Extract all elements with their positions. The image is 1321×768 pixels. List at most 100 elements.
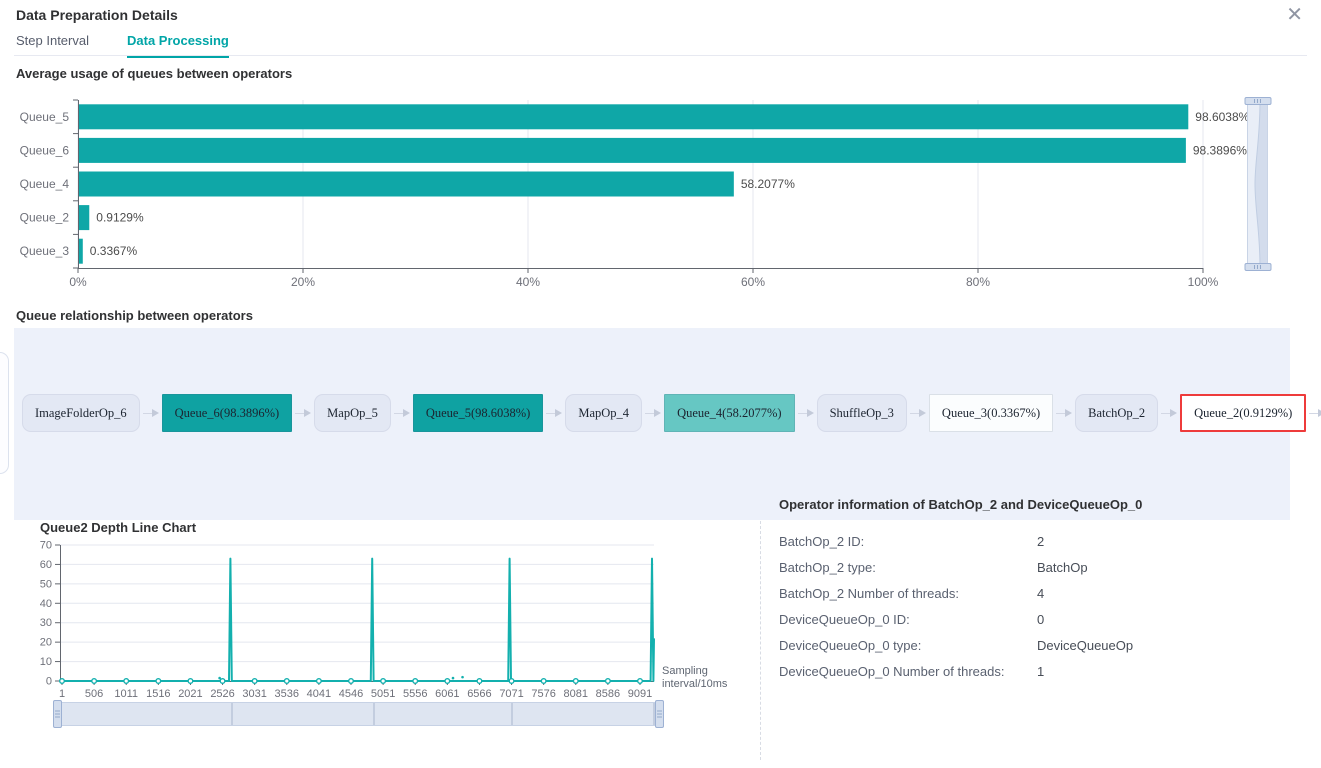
zoom-slider-data-shadow xyxy=(1248,101,1267,267)
x-tick-label: 2021 xyxy=(178,688,202,700)
zoom-handle-bottom[interactable] xyxy=(1244,263,1271,271)
bar-Queue_5[interactable] xyxy=(79,104,1188,129)
bar-chart-zoom-slider[interactable] xyxy=(1247,100,1268,268)
info-row-DeviceQueueOp_0-ID: DeviceQueueOp_0 ID:0 xyxy=(779,607,1309,633)
y-tick-label: 50 xyxy=(40,578,52,590)
node-Queue_3-0-3367[interactable]: Queue_3(0.3367%) xyxy=(929,394,1053,432)
zoom-slider-data-shadow xyxy=(231,703,233,725)
x-tick-label: 80% xyxy=(966,275,990,289)
flow-arrow-icon xyxy=(546,409,562,418)
data-point-marker[interactable] xyxy=(477,679,482,684)
line-chart-title: Queue2 Depth Line Chart xyxy=(40,520,196,535)
flow-arrow-icon xyxy=(910,409,926,418)
data-point-marker[interactable] xyxy=(509,679,514,684)
x-tick-label: 4041 xyxy=(307,688,331,700)
data-point-marker[interactable] xyxy=(220,679,225,684)
x-tick-label: 3536 xyxy=(275,688,299,700)
node-Queue_2-0-9129[interactable]: Queue_2(0.9129%) xyxy=(1180,394,1306,432)
node-BatchOp_2[interactable]: BatchOp_2 xyxy=(1075,394,1158,432)
node-MapOp_4[interactable]: MapOp_4 xyxy=(565,394,642,432)
node-ShuffleOp_3[interactable]: ShuffleOp_3 xyxy=(817,394,907,432)
flow-arrow-icon xyxy=(1161,409,1177,418)
y-tick-label: 70 xyxy=(40,540,52,552)
close-icon[interactable]: ✕ xyxy=(1282,2,1307,28)
x-tick-label: 8081 xyxy=(564,688,588,700)
y-tick-label: 0 xyxy=(46,676,52,688)
x-tick-label: 1011 xyxy=(114,688,138,700)
data-point-marker[interactable] xyxy=(541,679,546,684)
x-tick-label: 0% xyxy=(69,275,87,289)
panel-divider xyxy=(760,521,761,760)
data-point-marker[interactable] xyxy=(284,679,289,684)
x-tick-label: 6566 xyxy=(467,688,491,700)
data-point-marker[interactable] xyxy=(381,679,386,684)
zoom-slider-data-shadow xyxy=(511,703,513,725)
page-title: Data Preparation Details xyxy=(16,7,178,23)
info-value: 0 xyxy=(1037,607,1309,633)
category-label-Queue_4: Queue_4 xyxy=(20,177,70,191)
x-tick-label: 8586 xyxy=(596,688,620,700)
x-tick-label: 5556 xyxy=(403,688,427,700)
line-chart-zoom-slider[interactable] xyxy=(57,702,660,726)
info-label: DeviceQueueOp_0 type: xyxy=(779,633,1037,659)
data-point-marker[interactable] xyxy=(445,679,450,684)
data-point-marker[interactable] xyxy=(317,679,322,684)
bar-Queue_4[interactable] xyxy=(79,172,734,197)
node-Queue_5-98-6038[interactable]: Queue_5(98.6038%) xyxy=(413,394,544,432)
data-point-marker[interactable] xyxy=(573,679,578,684)
info-label: BatchOp_2 type: xyxy=(779,555,1037,581)
x-tick-label: 7071 xyxy=(499,688,523,700)
info-value: DeviceQueueOp xyxy=(1037,633,1309,659)
info-row-DeviceQueueOp_0-Number-of-threads: DeviceQueueOp_0 Number of threads:1 xyxy=(779,659,1309,685)
category-label-Queue_5: Queue_5 xyxy=(20,110,70,124)
x-tick-label: 6061 xyxy=(435,688,459,700)
data-point-marker[interactable] xyxy=(606,679,611,684)
flow-arrow-icon xyxy=(798,409,814,418)
data-point-marker[interactable] xyxy=(92,679,97,684)
data-point-marker[interactable] xyxy=(638,679,643,684)
y-tick-label: 10 xyxy=(40,656,52,668)
info-row-DeviceQueueOp_0-type: DeviceQueueOp_0 type:DeviceQueueOp xyxy=(779,633,1309,659)
node-MapOp_5[interactable]: MapOp_5 xyxy=(314,394,391,432)
x-tick-label: 40% xyxy=(516,275,540,289)
info-label: BatchOp_2 Number of threads: xyxy=(779,581,1037,607)
data-point-marker[interactable] xyxy=(156,679,161,684)
bar-Queue_3[interactable] xyxy=(79,239,83,264)
y-tick-label: 30 xyxy=(40,617,52,629)
bar-Queue_2[interactable] xyxy=(79,205,89,230)
x-tick-label: 1 xyxy=(59,688,65,700)
bar-Queue_6[interactable] xyxy=(79,138,1186,163)
node-Queue_4-58-2077[interactable]: Queue_4(58.2077%) xyxy=(664,394,795,432)
node-Queue_6-98-3896[interactable]: Queue_6(98.3896%) xyxy=(162,394,293,432)
data-point-marker[interactable] xyxy=(252,679,257,684)
zoom-handle-top[interactable] xyxy=(1244,97,1271,105)
bar-value-label: 0.3367% xyxy=(90,244,138,258)
info-value: 2 xyxy=(1037,529,1309,555)
x-tick-label: 1516 xyxy=(146,688,170,700)
category-label-Queue_2: Queue_2 xyxy=(20,211,70,225)
zoom-handle-right[interactable] xyxy=(655,700,664,728)
graph-section-title: Queue relationship between operators xyxy=(16,308,253,323)
data-point-marker[interactable] xyxy=(413,679,418,684)
data-point-marker[interactable] xyxy=(349,679,354,684)
data-point-marker[interactable] xyxy=(124,679,129,684)
x-tick-label: 506 xyxy=(85,688,103,700)
x-tick-label: 20% xyxy=(291,275,315,289)
info-label: DeviceQueueOp_0 ID: xyxy=(779,607,1037,633)
minor-data-point xyxy=(218,677,221,680)
node-ImageFolderOp_6[interactable]: ImageFolderOp_6 xyxy=(22,394,140,432)
x-tick-label: 100% xyxy=(1188,275,1219,289)
info-value: 4 xyxy=(1037,581,1309,607)
flow-arrow-icon xyxy=(645,409,661,418)
info-value: 1 xyxy=(1037,659,1309,685)
bar-value-label: 98.3896% xyxy=(1193,143,1247,157)
x-tick-label: 60% xyxy=(741,275,765,289)
info-row-BatchOp_2-type: BatchOp_2 type:BatchOp xyxy=(779,555,1309,581)
operator-relationship-graph: ImageFolderOp_6 Queue_6(98.3896%) MapOp_5 Q… xyxy=(14,328,1290,520)
x-axis-unit-line2: interval/10ms xyxy=(662,678,727,691)
zoom-handle-left[interactable] xyxy=(53,700,62,728)
data-point-marker[interactable] xyxy=(60,679,65,684)
bar-value-label: 0.9129% xyxy=(96,211,144,225)
data-point-marker[interactable] xyxy=(188,679,193,684)
x-axis-unit-line1: Sampling xyxy=(662,665,727,678)
